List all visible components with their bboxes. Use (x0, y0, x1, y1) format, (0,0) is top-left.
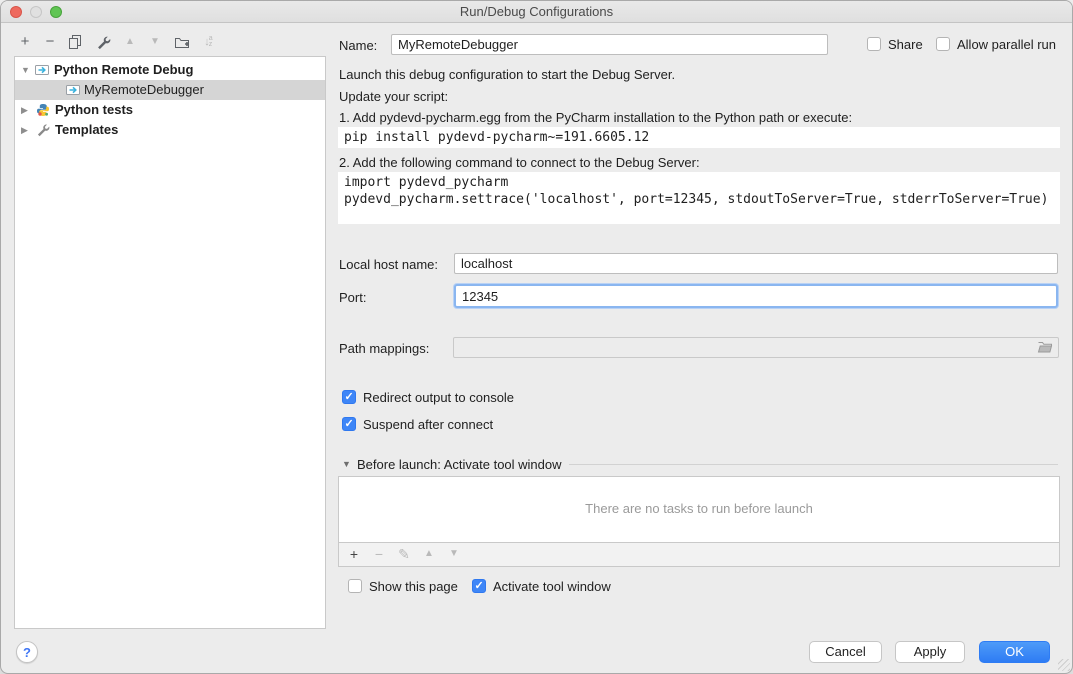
activate-tool-window-checkbox[interactable] (472, 579, 486, 593)
collapse-arrow-icon[interactable]: ▼ (21, 60, 30, 80)
settrace-code-box: import pydevd_pycharmpydevd_pycharm.sett… (338, 172, 1060, 224)
suspend-after-connect-label: Suspend after connect (363, 417, 493, 433)
copy-configuration-icon[interactable] (65, 32, 85, 52)
tree-item-templates[interactable]: ▶ Templates (15, 120, 325, 140)
update-script-label: Update your script: (339, 89, 448, 105)
edit-task-icon[interactable]: ✎ (395, 545, 413, 563)
tree-item-python-tests[interactable]: ▶ Python tests (15, 100, 325, 120)
run-debug-configurations-dialog: Run/Debug Configurations + − ▲ ▼ ↓az ▼ P… (0, 0, 1073, 674)
help-button[interactable]: ? (16, 641, 38, 663)
share-label: Share (888, 37, 923, 53)
move-down-icon[interactable]: ▼ (145, 32, 165, 52)
move-task-down-icon[interactable]: ▼ (445, 545, 463, 563)
window-title: Run/Debug Configurations (1, 1, 1072, 23)
move-task-up-icon[interactable]: ▲ (420, 545, 438, 563)
move-up-icon[interactable]: ▲ (120, 32, 140, 52)
before-launch-title: Before launch: Activate tool window (357, 457, 562, 473)
allow-parallel-run-checkbox[interactable] (936, 37, 950, 51)
port-label: Port: (339, 290, 366, 306)
path-mappings-label: Path mappings: (339, 341, 429, 357)
name-input[interactable] (391, 34, 828, 55)
empty-tasks-text: There are no tasks to run before launch (339, 501, 1059, 516)
apply-button[interactable]: Apply (895, 641, 965, 663)
add-task-icon[interactable]: + (345, 545, 363, 563)
add-configuration-icon[interactable]: + (15, 32, 35, 52)
local-host-name-label: Local host name: (339, 257, 438, 273)
edit-templates-wrench-icon[interactable] (93, 32, 113, 52)
show-this-page-label: Show this page (369, 579, 458, 595)
remove-task-icon[interactable]: − (370, 545, 388, 563)
title-bar: Run/Debug Configurations (1, 1, 1072, 23)
ok-button[interactable]: OK (979, 641, 1050, 663)
new-folder-icon[interactable] (172, 32, 192, 52)
path-mappings-input[interactable] (453, 337, 1059, 358)
pip-command-box: pip install pydevd-pycharm~=191.6605.12 (338, 127, 1060, 148)
step2-text: 2. Add the following command to connect … (339, 155, 700, 171)
tree-item-myremotedebugger[interactable]: MyRemoteDebugger (15, 80, 325, 100)
tree-item-python-remote-debug[interactable]: ▼ Python Remote Debug (15, 60, 325, 80)
step1-text: 1. Add pydevd-pycharm.egg from the PyCha… (339, 110, 852, 126)
intro-text: Launch this debug configuration to start… (339, 67, 675, 83)
share-checkbox[interactable] (867, 37, 881, 51)
expand-arrow-icon[interactable]: ▶ (21, 100, 28, 120)
templates-wrench-icon (36, 123, 50, 143)
name-label: Name: (339, 38, 377, 54)
remove-configuration-icon[interactable]: − (40, 32, 60, 52)
show-this-page-checkbox[interactable] (348, 579, 362, 593)
minimize-button[interactable] (30, 6, 42, 18)
before-launch-collapse-icon[interactable]: ▼ (342, 459, 351, 469)
activate-tool-window-label: Activate tool window (493, 579, 611, 595)
before-launch-task-list[interactable]: There are no tasks to run before launch (338, 476, 1060, 543)
task-toolbar: + − ✎ ▲ ▼ (338, 543, 1060, 567)
redirect-output-checkbox[interactable] (342, 390, 356, 404)
local-host-name-input[interactable] (454, 253, 1058, 274)
section-divider (569, 464, 1058, 465)
expand-arrow-icon[interactable]: ▶ (21, 120, 28, 140)
sort-alphabetically-icon[interactable]: ↓az (198, 32, 218, 52)
redirect-output-label: Redirect output to console (363, 390, 514, 406)
configurations-tree: ▼ Python Remote Debug MyRemoteDebugger ▶… (14, 56, 326, 629)
port-input[interactable] (454, 284, 1058, 308)
cancel-button[interactable]: Cancel (809, 641, 882, 663)
resize-grip[interactable] (1058, 659, 1070, 671)
zoom-button[interactable] (50, 6, 62, 18)
allow-parallel-run-label: Allow parallel run (957, 37, 1056, 53)
browse-folder-icon[interactable] (1037, 340, 1053, 357)
close-button[interactable] (10, 6, 22, 18)
suspend-after-connect-checkbox[interactable] (342, 417, 356, 431)
